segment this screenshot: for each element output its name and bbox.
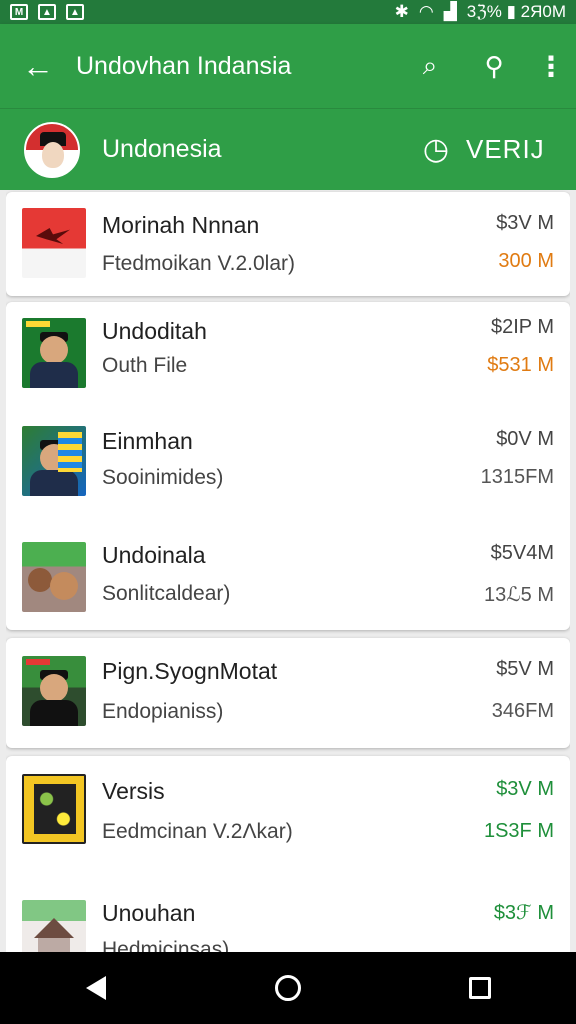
poster-thumbnail <box>22 426 86 496</box>
status-left: M ▲ ▲ <box>10 4 84 20</box>
status-right: ✱ ◠ ▟ 3ℨ% ▮ 2Я0M <box>395 2 566 22</box>
home-circle <box>275 975 301 1001</box>
list-item[interactable]: Unouhan Hedmicinsas) $3ℱ M <box>6 876 570 952</box>
profile-name: Undonesia <box>102 135 222 163</box>
item-title: Unouhan <box>102 900 196 926</box>
more-vert-icon[interactable]: ⋮ <box>526 50 576 83</box>
item-subtitle: Outh File <box>102 354 188 377</box>
wall-shape <box>38 938 70 952</box>
item-subtitle: Hedmicinsas) <box>102 938 230 952</box>
item-title: Morinah Nnnan <box>102 212 260 238</box>
face-shape <box>40 674 68 702</box>
item-subtitle: Eedmcinan V.2Λkar) <box>102 820 293 843</box>
item-size: 13ℒ5 M <box>484 584 554 606</box>
suit-shape <box>30 470 78 496</box>
suit-shape <box>30 362 78 388</box>
item-size: 1315FM <box>480 466 554 488</box>
face-shape <box>28 568 52 592</box>
face-shape <box>50 572 78 600</box>
card: Versis Eedmcinan V.2Λkar) $3V M 1S3F M U… <box>6 756 570 952</box>
item-subtitle: Sonlitcaldear) <box>102 582 231 605</box>
status-text: 3ℨ% ▮ 2Я0M <box>466 2 566 21</box>
item-price: $3V M <box>496 212 554 234</box>
forest-thumbnail <box>22 656 86 726</box>
building-thumbnail <box>22 900 86 952</box>
face-shape <box>40 336 68 364</box>
item-size: 1S3F M <box>483 820 554 842</box>
search-icon[interactable]: ⚲ <box>462 51 526 82</box>
bluetooth-icon: ✱ <box>394 2 409 21</box>
wifi-icon: ◠ <box>418 2 434 21</box>
shirt-shape <box>30 700 78 726</box>
badge-shape <box>26 321 50 327</box>
list-item[interactable]: Morinah Nnnan Ftedmoikan V.2.0lar) $3V M… <box>6 192 570 302</box>
back-triangle <box>86 976 106 1000</box>
gallery-icon: ▲ <box>66 4 84 20</box>
item-size: 300 M <box>498 250 554 272</box>
avatar[interactable] <box>24 121 80 178</box>
garuda-shape <box>36 228 70 244</box>
list-item[interactable]: Einmhan Sooinimides) $0V M 1315FM <box>6 414 570 524</box>
recents-square <box>469 977 491 999</box>
item-list: Morinah Nnnan Ftedmoikan V.2.0lar) $3V M… <box>6 190 570 952</box>
list-item[interactable]: Undoditah Outh File $2ΙΡ M $531 M <box>6 302 570 412</box>
screen-shape <box>34 784 76 834</box>
item-price: $3ℱ M <box>493 902 554 924</box>
app-bar: ← Undovhan Indansia ⌕ ⚲ ⋮ <box>0 24 576 108</box>
item-price: $0V M <box>496 428 554 450</box>
face-shape <box>42 141 64 168</box>
item-price: $5V4M <box>490 542 554 564</box>
item-subtitle: Sooinimides) <box>102 466 224 489</box>
flag-thumbnail <box>22 208 86 278</box>
badge-shape <box>58 432 82 472</box>
item-title: Undoinala <box>102 542 206 568</box>
roof-shape <box>34 918 74 938</box>
item-price: $5V M <box>496 658 554 680</box>
card: Pign.SyognMotat Endopianiss) $5V M 346FM <box>6 638 570 748</box>
app-title: Undovhan Indansia <box>76 51 292 80</box>
profile-header: Undonesia ◷ VERIJ <box>0 108 576 190</box>
arrow-left-icon[interactable]: ← <box>0 50 76 82</box>
recents-icon[interactable] <box>440 977 520 999</box>
card: Undoditah Outh File $2ΙΡ M $531 M Einmha… <box>6 302 570 630</box>
card: Morinah Nnnan Ftedmoikan V.2.0lar) $3V M… <box>6 192 570 296</box>
home-icon[interactable] <box>248 975 328 1001</box>
verify-button[interactable]: VERIJ <box>466 134 576 165</box>
chat-icon[interactable]: ◷ <box>406 132 466 167</box>
item-size: 346FM <box>491 700 554 722</box>
image-icon: ▲ <box>38 4 56 20</box>
portrait-thumbnail <box>22 318 86 388</box>
navigation-bar <box>0 952 576 1024</box>
list-item[interactable]: Undoinala Sonlitcaldear) $5V4M 13ℒ5 M <box>6 522 570 632</box>
notification-icon: M <box>10 4 28 20</box>
item-price: $3V M <box>496 778 554 800</box>
item-title: Einmhan <box>102 428 193 454</box>
app-thumbnail <box>22 774 86 844</box>
item-title: Pign.SyognMotat <box>102 658 278 684</box>
item-subtitle: Endopianiss) <box>102 700 224 723</box>
list-item[interactable]: Pign.SyognMotat Endopianiss) $5V M 346FM <box>6 638 570 748</box>
list-item[interactable]: Versis Eedmcinan V.2Λkar) $3V M 1S3F M <box>6 756 570 866</box>
item-title: Undoditah <box>102 318 207 344</box>
item-size: $531 M <box>487 354 554 376</box>
signal-icon: ▟ <box>443 2 457 21</box>
status-bar: M ▲ ▲ ✱ ◠ ▟ 3ℨ% ▮ 2Я0M <box>0 0 576 24</box>
badge-shape <box>26 659 50 665</box>
photo-thumbnail <box>22 542 86 612</box>
item-price: $2ΙΡ M <box>491 316 554 338</box>
item-title: Versis <box>102 778 165 804</box>
search-icon[interactable]: ⌕ <box>398 50 462 82</box>
item-subtitle: Ftedmoikan V.2.0lar) <box>102 252 295 275</box>
back-icon[interactable] <box>56 976 136 1000</box>
